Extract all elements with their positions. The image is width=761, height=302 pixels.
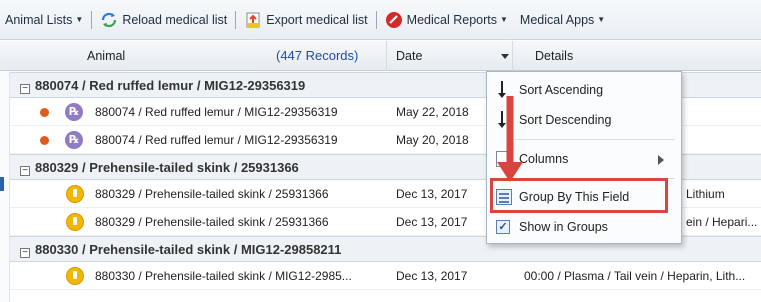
table-row[interactable]: 880330 / Prehensile-tailed skink / MIG12… xyxy=(10,262,761,290)
toolbar-divider xyxy=(235,10,237,29)
record-count: (447 Records) xyxy=(276,48,359,63)
menu-item-label: Show in Groups xyxy=(519,220,608,234)
animal-lists-label: Animal Lists xyxy=(5,12,73,27)
animal-cell: 880074 / Red ruffed lemur / MIG12-293563… xyxy=(95,105,338,119)
menu-item-show-in-groups[interactable]: ✓ Show in Groups xyxy=(487,212,681,242)
column-header-animal-label: Animal xyxy=(87,49,126,63)
export-medical-list-label: Export medical list xyxy=(266,12,368,27)
reload-medical-list-label: Reload medical list xyxy=(122,12,228,27)
annotation-highlight-box xyxy=(490,178,668,213)
column-header-details[interactable]: Details xyxy=(513,41,761,71)
animal-lists-menu[interactable]: Animal Lists ▼ xyxy=(2,8,86,32)
menu-item-label: Sort Ascending xyxy=(519,83,604,97)
date-cell: Dec 13, 2017 xyxy=(396,269,468,283)
chevron-down-icon: ▼ xyxy=(597,15,606,24)
status-dot-icon xyxy=(40,136,49,145)
report-icon xyxy=(385,11,403,29)
collapse-icon[interactable]: − xyxy=(20,84,30,94)
menu-item-sort-ascending[interactable]: Sort Ascending xyxy=(487,75,681,105)
grid-header: Animal (447 Records) Date Details xyxy=(0,41,761,71)
animal-cell: 880074 / Red ruffed lemur / MIG12-293563… xyxy=(95,133,338,147)
prescription-icon: ℞ xyxy=(65,103,83,121)
column-menu-trigger-icon[interactable] xyxy=(501,54,509,59)
group-title: 880329 / Prehensile-tailed skink / 25931… xyxy=(35,160,299,175)
details-cell: Lithium xyxy=(686,187,725,201)
column-header-details-label: Details xyxy=(535,49,574,63)
export-medical-list-button[interactable]: Export medical list xyxy=(241,8,370,32)
menu-item-sort-descending[interactable]: Sort Descending xyxy=(487,105,681,135)
checkbox-checked-icon[interactable]: ✓ xyxy=(496,220,510,234)
column-header-date[interactable]: Date xyxy=(387,41,513,71)
lab-sample-icon xyxy=(66,267,84,285)
sort-descending-icon xyxy=(498,111,506,128)
animal-cell: 880329 / Prehensile-tailed skink / 25931… xyxy=(95,215,329,229)
medical-apps-menu[interactable]: Medical Apps ▼ xyxy=(517,8,608,32)
reload-icon xyxy=(100,11,118,29)
prescription-icon: ℞ xyxy=(65,131,83,149)
animal-cell: 880330 / Prehensile-tailed skink / MIG12… xyxy=(95,269,352,283)
menu-item-columns[interactable]: Columns xyxy=(487,144,681,174)
medical-reports-menu[interactable]: Medical Reports ▼ xyxy=(382,8,511,32)
collapse-icon[interactable]: − xyxy=(20,248,30,258)
menu-item-label: Sort Descending xyxy=(519,113,612,127)
status-dot-icon xyxy=(40,108,49,117)
menu-item-label: Columns xyxy=(519,152,569,166)
menu-divider xyxy=(515,139,675,140)
selection-marker xyxy=(0,177,4,191)
toolbar-divider xyxy=(91,10,93,29)
toolbar: Animal Lists ▼ Reload medical list Expor… xyxy=(0,0,761,40)
chevron-down-icon: ▼ xyxy=(500,15,508,24)
toolbar-divider xyxy=(375,10,377,29)
column-header-date-label: Date xyxy=(396,49,423,63)
sort-ascending-icon xyxy=(498,81,506,98)
reload-medical-list-button[interactable]: Reload medical list xyxy=(97,8,230,32)
collapse-icon[interactable]: − xyxy=(20,166,30,176)
lab-sample-icon xyxy=(66,185,84,203)
details-cell: ein / Hepari... xyxy=(686,215,758,229)
medical-reports-label: Medical Reports xyxy=(406,12,497,27)
chevron-right-icon xyxy=(658,155,664,165)
row-selection-gutter xyxy=(0,72,10,302)
column-menu: Sort Ascending Sort Descending Columns G… xyxy=(486,71,682,244)
chevron-down-icon: ▼ xyxy=(75,15,84,24)
animal-cell: 880329 / Prehensile-tailed skink / 25931… xyxy=(95,187,329,201)
export-icon xyxy=(244,11,262,29)
group-title: 880330 / Prehensile-tailed skink / MIG12… xyxy=(35,242,342,257)
lab-sample-icon xyxy=(66,213,84,231)
medical-apps-label: Medical Apps xyxy=(519,12,595,27)
details-cell: 00:00 / Plasma / Tail vein / Heparin, Li… xyxy=(524,269,746,283)
group-title: 880074 / Red ruffed lemur / MIG12-293563… xyxy=(35,78,306,93)
columns-icon xyxy=(496,151,512,167)
